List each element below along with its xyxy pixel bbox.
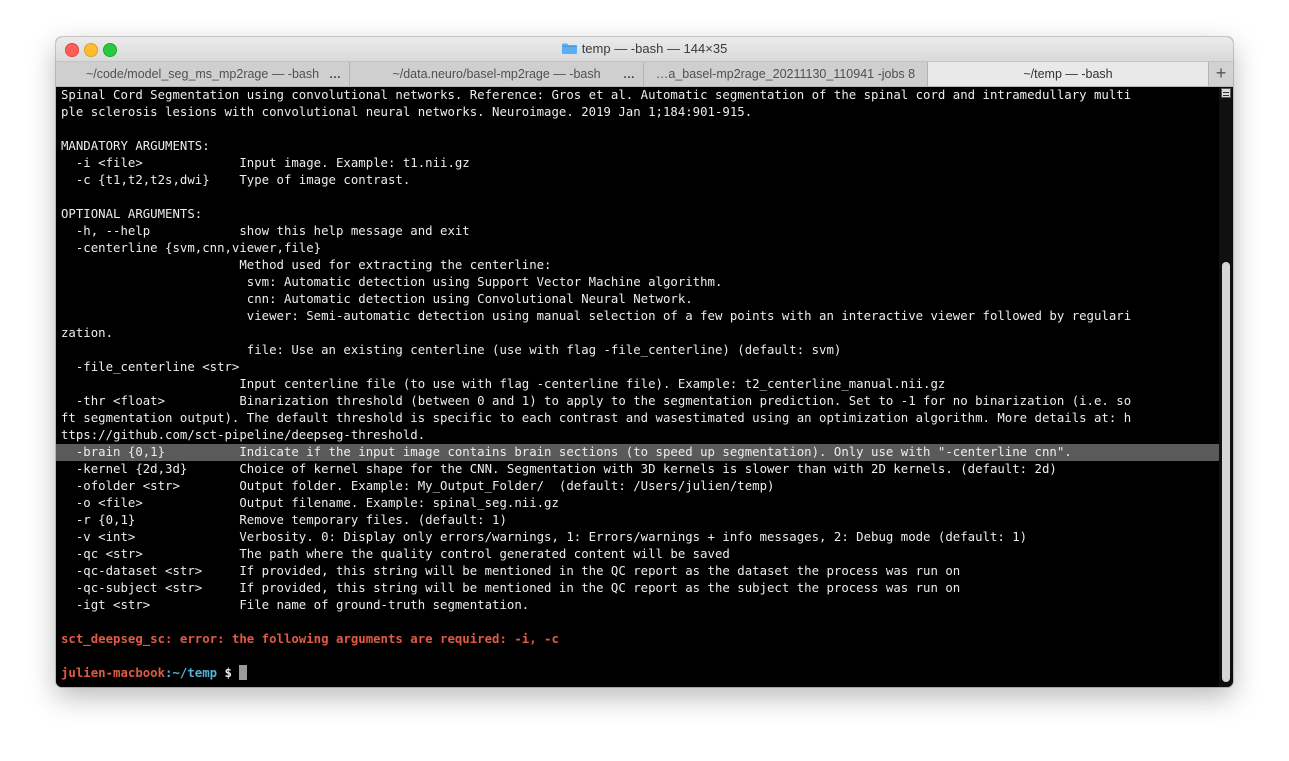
tab-more-indicator: … [329,67,341,81]
tab-bar: ~/code/model_seg_ms_mp2rage — -bash … ~/… [56,62,1233,87]
tab-label: ~/temp — -bash [1023,67,1113,81]
terminal-line: -igt <str> File name of ground-truth seg… [61,598,530,612]
terminal-line: Spinal Cord Segmentation using convoluti… [61,88,1132,102]
terminal-line: -kernel {2d,3d} Choice of kernel shape f… [61,462,1057,476]
terminal-line: -c {t1,t2,t2s,dwi} Type of image contras… [61,173,411,187]
terminal-window: temp — -bash — 144×35 ~/code/model_seg_m… [56,37,1233,687]
terminal-line: file: Use an existing centerline (use wi… [61,343,842,357]
tab-label: …a_basel-mp2rage_20211130_110941 -jobs 8 [655,67,916,81]
terminal-line: -qc-subject <str> If provided, this stri… [61,581,961,595]
window-title-container: temp — -bash — 144×35 [56,41,1233,56]
tab-model-seg[interactable]: ~/code/model_seg_ms_mp2rage — -bash … [56,62,350,86]
terminal-line: zation. [61,326,114,340]
terminal-line: ft segmentation output). The default thr… [61,411,1132,425]
terminal-line: -i <file> Input image. Example: t1.nii.g… [61,156,470,170]
terminal-line: ttps://github.com/sct-pipeline/deepseg-t… [61,428,426,442]
tab-jobs[interactable]: …a_basel-mp2rage_20211130_110941 -jobs 8 [644,62,928,86]
scrollbar[interactable] [1219,87,1233,687]
scrollbar-thumb[interactable] [1222,262,1230,682]
tab-label: ~/data.neuro/basel-mp2rage — -bash [392,67,601,81]
prompt-path: :~/temp [165,666,218,680]
folder-icon [561,43,577,54]
prompt-symbol: $ [217,666,240,680]
terminal-output[interactable]: Spinal Cord Segmentation using convoluti… [56,87,1219,687]
terminal-line: cnn: Automatic detection using Convoluti… [61,292,693,306]
terminal-line: OPTIONAL ARGUMENTS: [61,207,203,221]
terminal-line: viewer: Semi-automatic detection using m… [61,309,1132,323]
terminal-line: -r {0,1} Remove temporary files. (defaul… [61,513,507,527]
terminal-line: Input centerline file (to use with flag … [61,377,946,391]
terminal-line: svm: Automatic detection using Support V… [61,275,723,289]
title-bar[interactable]: temp — -bash — 144×35 [56,37,1233,62]
new-tab-button[interactable]: + [1209,62,1233,86]
terminal-line: -v <int> Verbosity. 0: Display only erro… [61,530,1028,544]
scrollbar-menu-icon[interactable] [1221,88,1231,98]
prompt-host: julien-macbook [61,666,166,680]
terminal-line: -o <file> Output filename. Example: spin… [61,496,559,510]
terminal-line: -ofolder <str> Output folder. Example: M… [61,479,775,493]
shell-prompt[interactable]: julien-macbook:~/temp $ [61,665,1219,682]
terminal-line: -h, --help show this help message and ex… [61,224,470,238]
terminal-line: -centerline {svm,cnn,viewer,file} [61,241,322,255]
tab-temp[interactable]: ~/temp — -bash [928,62,1209,86]
window-title: temp — -bash — 144×35 [581,41,728,56]
terminal-line: -qc <str> The path where the quality con… [61,547,730,561]
terminal-line: ple sclerosis lesions with convolutional… [61,105,753,119]
terminal-line: -thr <float> Binarization threshold (bet… [61,394,1132,408]
terminal-line: MANDATORY ARGUMENTS: [61,139,210,153]
tab-more-indicator: … [623,67,635,81]
tab-label: ~/code/model_seg_ms_mp2rage — -bash [85,67,320,81]
error-message: sct_deepseg_sc: error: the following arg… [61,632,559,646]
tab-basel-mp2rage[interactable]: ~/data.neuro/basel-mp2rage — -bash … [350,62,644,86]
terminal-line: -qc-dataset <str> If provided, this stri… [61,564,961,578]
terminal-line: -file_centerline <str> [61,360,240,374]
text-cursor [239,665,248,680]
terminal-line: Method used for extracting the centerlin… [61,258,552,272]
terminal-line: -brain {0,1} Indicate if the input image… [56,444,1219,461]
